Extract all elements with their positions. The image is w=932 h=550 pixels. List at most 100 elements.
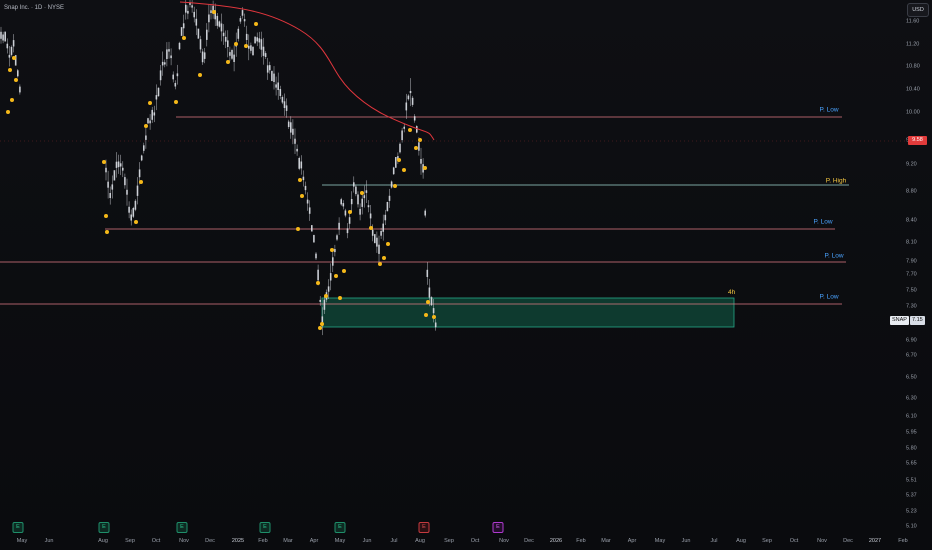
candle-body <box>374 234 376 244</box>
time-axis-label: Sep <box>444 538 454 544</box>
swing-dot <box>104 214 108 218</box>
candle-body <box>275 84 277 88</box>
candle-body <box>338 222 340 230</box>
candle-body <box>201 51 204 63</box>
candle-body <box>308 207 311 214</box>
swing-dot <box>382 256 386 260</box>
candle-body <box>109 193 111 198</box>
candle-body <box>405 102 408 111</box>
time-axis-label: Feb <box>898 538 908 544</box>
candle-body <box>132 208 135 217</box>
candle-body <box>170 55 172 59</box>
demand-zone <box>321 297 735 328</box>
candle-body <box>332 257 334 266</box>
candle-body <box>304 185 307 191</box>
candle-body <box>140 155 143 161</box>
earnings-icon[interactable]: E <box>12 522 24 533</box>
candle-body <box>273 73 275 82</box>
swing-dot <box>432 315 436 319</box>
candle-body <box>355 186 357 195</box>
time-axis-label: May <box>16 538 28 544</box>
price-axis-label: 8.80 <box>906 188 917 195</box>
candle-body <box>430 297 433 306</box>
candle-body <box>340 199 342 205</box>
level-label-low-4: P. Low <box>819 293 839 301</box>
price-plot[interactable] <box>0 0 932 550</box>
candle-body <box>17 70 19 77</box>
time-axis-label: Apr <box>309 538 319 544</box>
candle-body <box>317 269 319 281</box>
swing-dot <box>324 294 328 298</box>
dividend-icon[interactable]: E <box>492 522 504 533</box>
candle-body <box>220 23 223 32</box>
candle-body <box>388 195 391 201</box>
swing-dot <box>14 78 18 82</box>
candle-body <box>241 10 244 16</box>
candle-body <box>12 40 15 47</box>
candle-body <box>19 86 21 93</box>
candle-body <box>187 10 189 14</box>
candle-body <box>166 49 168 59</box>
candle-body <box>369 213 372 219</box>
earnings-icon[interactable]: E <box>334 522 346 533</box>
candle-body <box>197 28 200 39</box>
candle-body <box>126 189 128 195</box>
candle-body <box>254 36 256 44</box>
candle-body <box>153 112 156 116</box>
earnings-icon[interactable]: E <box>259 522 271 533</box>
candle-body <box>271 70 273 82</box>
swing-dot <box>378 262 382 266</box>
level-label-low-1: P. Low <box>819 106 839 114</box>
candle-body <box>243 19 246 22</box>
level-label-low-2: P. Low <box>813 218 833 226</box>
price-axis-label: 7.70 <box>906 271 917 278</box>
candle-body <box>365 190 368 193</box>
time-axis-label: Dec <box>205 538 215 544</box>
time-axis-label: Nov <box>499 538 509 544</box>
price-axis-label: 9.20 <box>906 161 917 168</box>
candle-body <box>403 126 405 129</box>
time-axis-label: Nov <box>817 538 827 544</box>
candle-body <box>363 195 366 199</box>
earnings-icon[interactable]: E <box>176 522 188 533</box>
swing-dot <box>424 313 428 317</box>
candle-body <box>159 70 162 81</box>
candle-body <box>285 105 288 111</box>
candle-body <box>287 121 290 127</box>
candle-body <box>367 205 370 208</box>
candle-body <box>399 143 401 153</box>
time-axis-label: Jun <box>362 538 372 544</box>
candle-body <box>376 237 378 247</box>
candle-body <box>216 15 219 26</box>
swing-dot <box>212 10 216 14</box>
swing-dot <box>423 166 427 170</box>
earnings-icon[interactable]: E <box>418 522 430 533</box>
swing-dot <box>414 146 418 150</box>
candle-body <box>237 28 240 39</box>
candle-body <box>128 206 130 213</box>
swing-dot <box>386 242 390 246</box>
candle-body <box>191 5 193 8</box>
time-axis-label: Sep <box>125 538 135 544</box>
candle-body <box>346 228 349 234</box>
time-axis-label: Jun <box>681 538 691 544</box>
candle-body <box>313 234 315 243</box>
candle-body <box>401 130 403 141</box>
candle-body <box>239 18 242 22</box>
candle-body <box>157 87 160 97</box>
swing-dot <box>334 274 338 278</box>
candle-body <box>392 167 395 175</box>
candle-body <box>115 161 118 168</box>
time-axis-label: 2027 <box>868 538 882 544</box>
symbol-title: Snap Inc. · 1D · NYSE <box>4 5 65 11</box>
swing-dot <box>198 73 202 77</box>
time-axis-label: Jul <box>390 538 398 544</box>
currency-button[interactable]: USD <box>907 3 929 17</box>
candle-body <box>172 74 174 80</box>
candle-body <box>185 4 187 13</box>
chart-area[interactable]: Snap Inc. · 1D · NYSE USD 11.60 11.20 10.8… <box>0 0 932 550</box>
candle-body <box>168 49 170 52</box>
swing-dot <box>342 269 346 273</box>
swing-dot <box>348 210 352 214</box>
earnings-icon[interactable]: E <box>98 522 110 533</box>
